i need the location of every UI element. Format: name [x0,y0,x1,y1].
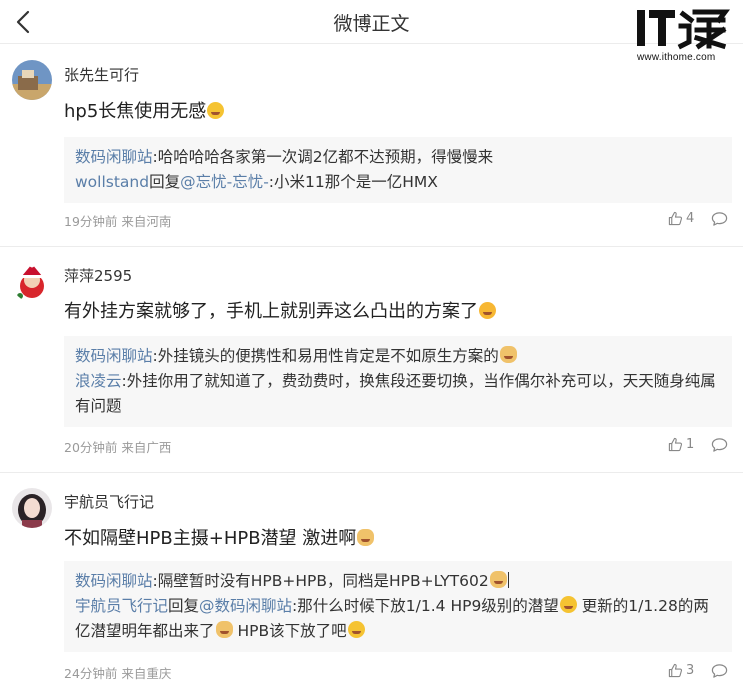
page-title: 微博正文 [333,13,410,35]
reply-text-end: HPB该下放了吧 [232,622,347,640]
comment-bubble-icon [711,212,728,226]
comment-username[interactable]: 萍萍2595 [64,265,132,286]
comment-text: 不如隔壁HPB主摄+HPB潜望 激进啊 [64,524,375,550]
comment-body: 不如隔壁HPB主摄+HPB潜望 激进啊 [64,528,357,549]
reply-item: 数码闲聊站:哈哈哈哈各家第一次调2亿都不达预期，得慢慢来 [75,145,721,170]
doge-emoji-icon [489,571,507,588]
reply-text: 那什么时候下放1/1.4 HP9级别的潜望 [297,597,559,615]
reply-item: 数码闲聊站:外挂镜头的便携性和易用性肯定是不如原生方案的 [75,344,721,369]
reply-button[interactable] [711,663,729,681]
doge-emoji-icon [357,529,375,546]
thumbs-up-icon [668,211,683,226]
reply-text: 外挂你用了就知道了，费劲费时，换焦段还要切换，当作偶尔补充可以，天天随身纯属有问… [75,372,716,415]
comment-meta: 24分钟前 来自重庆 [64,666,172,681]
avatar[interactable] [12,262,52,302]
doge-emoji-icon [215,621,233,638]
comment-username[interactable]: 张先生可行 [64,64,139,85]
comment-username[interactable]: 宇航员飞行记 [64,491,154,512]
comment-body: hp5长焦使用无感 [64,101,207,122]
laugh-emoji-icon [559,596,577,613]
like-count: 4 [686,211,695,226]
avatar-image [12,488,52,528]
divider [0,246,743,247]
reply-author[interactable]: wollstand [75,173,149,191]
reply-author[interactable]: 数码闲聊站 [75,148,153,166]
reply-button[interactable] [711,437,729,455]
reply-text: 隔壁暂时没有HPB+HPB，同档是HPB+LYT602 [157,572,489,590]
comment-meta: 19分钟前 来自河南 [64,214,172,229]
reply-item: 浪凌云:外挂你用了就知道了，费劲费时，换焦段还要切换，当作偶尔补充可以，天天随身… [75,369,721,419]
comment-text: hp5长焦使用无感 [64,97,225,123]
reply-mention[interactable]: @忘忧-忘忧- [180,173,269,191]
reply-word: 回复 [149,173,181,191]
reply-button[interactable] [711,211,729,229]
reply-author[interactable]: 数码闲聊站 [75,572,153,590]
like-count: 3 [686,663,695,678]
reply-mention[interactable]: @数码闲聊站 [199,597,292,615]
reply-text: 外挂镜头的便携性和易用性肯定是不如原生方案的 [157,347,499,365]
reply-author[interactable]: 数码闲聊站 [75,347,153,365]
thumbs-up-icon [668,663,683,678]
text-cursor [507,572,509,588]
reply-author[interactable]: 浪凌云 [75,372,122,390]
divider [0,472,743,473]
replies-box[interactable]: 数码闲聊站:隔壁暂时没有HPB+HPB，同档是HPB+LYT602 宇航员飞行记… [64,561,732,652]
replies-box[interactable]: 数码闲聊站:哈哈哈哈各家第一次调2亿都不达预期，得慢慢来 wollstand回复… [64,137,732,203]
like-button[interactable]: 4 [668,210,702,230]
comment-text: 有外挂方案就够了，手机上就别弄这么凸出的方案了 [64,297,496,323]
reply-word: 回复 [168,597,200,615]
reply-item: 宇航员飞行记回复@数码闲聊站:那什么时候下放1/1.4 HP9级别的潜望 更新的… [75,594,721,644]
avatar-image [12,60,52,100]
avatar-image [12,262,52,302]
replies-box[interactable]: 数码闲聊站:外挂镜头的便携性和易用性肯定是不如原生方案的 浪凌云:外挂你用了就知… [64,336,732,427]
thumbs-up-icon [668,437,683,452]
reply-author[interactable]: 宇航员飞行记 [75,597,168,615]
like-button[interactable]: 3 [668,662,702,682]
avatar[interactable] [12,60,52,100]
reply-item: wollstand回复@忘忧-忘忧-:小米11那个是一亿HMX [75,170,721,195]
avatar[interactable] [12,488,52,528]
comment-meta: 20分钟前 来自广西 [64,440,172,455]
ithome-watermark: www.ithome.com [635,6,735,66]
comment-bubble-icon [711,664,728,678]
doge-emoji-icon [499,346,517,363]
reply-text: 小米11那个是一亿HMX [274,173,438,191]
comment-body: 有外挂方案就够了，手机上就别弄这么凸出的方案了 [64,301,478,322]
comment-bubble-icon [711,438,728,452]
watermark-url: www.ithome.com [637,52,716,63]
yum-emoji-icon [479,302,496,319]
laugh-emoji-icon [207,102,225,119]
like-button[interactable]: 1 [668,436,702,456]
like-count: 1 [686,437,695,452]
laugh-emoji-icon [347,621,365,638]
reply-item: 数码闲聊站:隔壁暂时没有HPB+HPB，同档是HPB+LYT602 [75,569,721,594]
top-bar: 微博正文 [0,0,743,44]
reply-text: 哈哈哈哈各家第一次调2亿都不达预期，得慢慢来 [157,148,494,166]
ithome-logo-mark [637,9,730,50]
